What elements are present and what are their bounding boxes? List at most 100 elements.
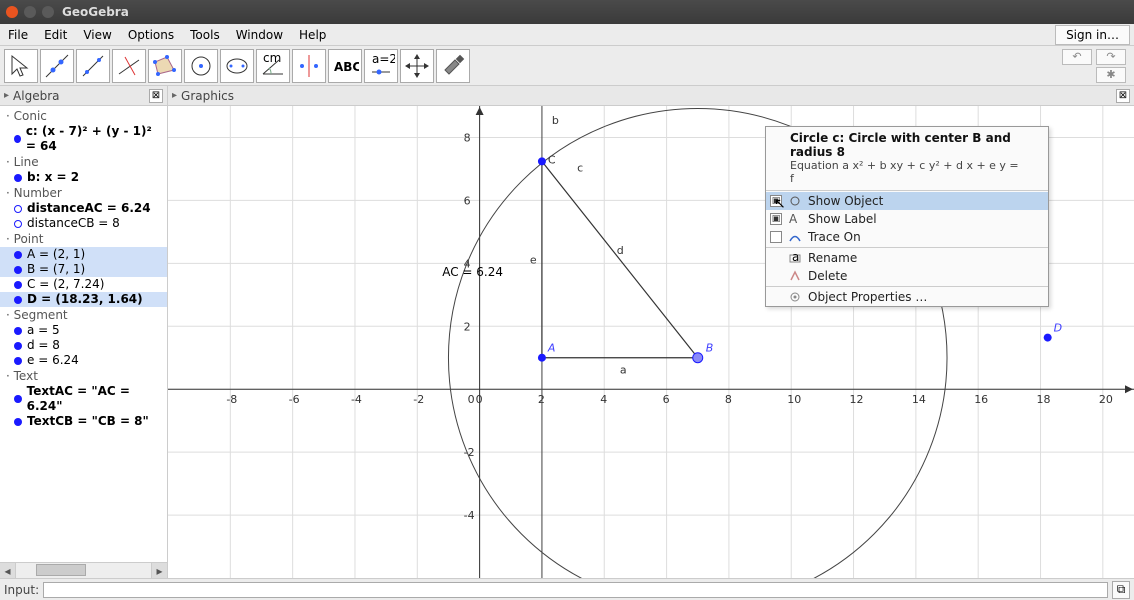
menu-options[interactable]: Options [120, 28, 182, 42]
ctx-rename[interactable]: a Rename [766, 249, 1048, 267]
visibility-bullet-icon[interactable] [14, 135, 21, 143]
ctx-delete[interactable]: Delete [766, 267, 1048, 285]
tool-text[interactable]: ABC [328, 49, 362, 83]
window-title: GeoGebra [62, 5, 129, 19]
algebra-item-label: B = (7, 1) [27, 262, 85, 277]
tool-options[interactable] [436, 49, 470, 83]
graphics-close-button[interactable]: ⊠ [1116, 89, 1130, 103]
window-titlebar: GeoGebra [0, 0, 1134, 24]
svg-text:A: A [547, 342, 556, 355]
visibility-bullet-icon[interactable] [14, 357, 22, 365]
menu-view[interactable]: View [75, 28, 119, 42]
algebra-category[interactable]: · Conic [0, 108, 167, 124]
algebra-item[interactable]: c: (x - 7)² + (y - 1)² = 64 [0, 124, 167, 154]
tool-circle[interactable] [184, 49, 218, 83]
signin-button[interactable]: Sign in… [1055, 25, 1130, 45]
tool-ellipse[interactable] [220, 49, 254, 83]
algebra-item[interactable]: B = (7, 1) [0, 262, 167, 277]
svg-text:-6: -6 [289, 393, 300, 406]
visibility-bullet-icon[interactable] [14, 205, 22, 213]
algebra-item[interactable]: e = 6.24 [0, 353, 167, 368]
visibility-bullet-icon[interactable] [14, 251, 22, 259]
algebra-item[interactable]: distanceCB = 8 [0, 216, 167, 231]
visibility-bullet-icon[interactable] [14, 266, 22, 274]
algebra-category[interactable]: · Number [0, 185, 167, 201]
svg-text:12: 12 [850, 393, 864, 406]
graphics-view[interactable]: -8-6-4-202468101214161820-4-224680ABCDab… [168, 106, 1134, 578]
svg-text:ABC: ABC [334, 60, 359, 74]
algebra-item[interactable]: A = (2, 1) [0, 247, 167, 262]
algebra-item[interactable]: b: x = 2 [0, 170, 167, 185]
visibility-bullet-icon[interactable] [14, 327, 22, 335]
settings-gear-button[interactable]: ✱ [1096, 67, 1126, 83]
algebra-item[interactable]: d = 8 [0, 338, 167, 353]
input-label: Input: [4, 583, 39, 597]
algebra-item[interactable]: a = 5 [0, 323, 167, 338]
svg-text:C: C [548, 153, 556, 166]
visibility-bullet-icon[interactable] [14, 174, 22, 182]
ctx-trace-on[interactable]: Trace On [766, 228, 1048, 246]
svg-text:6: 6 [464, 194, 471, 207]
checkbox-empty-icon [770, 231, 782, 243]
algebra-item[interactable]: C = (2, 7.24) [0, 277, 167, 292]
algebra-category[interactable]: · Point [0, 231, 167, 247]
undo-button[interactable]: ↶ [1062, 49, 1092, 65]
tool-polygon[interactable] [148, 49, 182, 83]
algebra-category[interactable]: · Line [0, 154, 167, 170]
tool-angle[interactable]: cm [256, 49, 290, 83]
collapse-icon[interactable]: ▸ [4, 90, 9, 101]
algebra-item-label: a = 5 [27, 323, 60, 338]
checkbox-checked-icon: ▣ [770, 195, 782, 207]
tool-reflect[interactable] [292, 49, 326, 83]
menu-edit[interactable]: Edit [36, 28, 75, 42]
algebra-item[interactable]: distanceAC = 6.24 [0, 201, 167, 216]
tool-move-view[interactable] [400, 49, 434, 83]
tool-perpendicular[interactable] [112, 49, 146, 83]
algebra-scrollbar[interactable]: ◂ ▸ [0, 562, 167, 578]
ctx-show-label[interactable]: ▣ A Show Label [766, 210, 1048, 228]
redo-button[interactable]: ↷ [1096, 49, 1126, 65]
svg-text:18: 18 [1037, 393, 1051, 406]
gear-icon [788, 290, 802, 304]
algebra-tree[interactable]: · Conicc: (x - 7)² + (y - 1)² = 64· Line… [0, 106, 167, 562]
algebra-category[interactable]: · Text [0, 368, 167, 384]
tool-slider[interactable]: a=2 [364, 49, 398, 83]
tool-line[interactable] [76, 49, 110, 83]
algebra-close-button[interactable]: ⊠ [149, 89, 163, 103]
algebra-category[interactable]: · Segment [0, 307, 167, 323]
trace-icon [788, 230, 802, 244]
window-minimize-button[interactable] [24, 6, 36, 18]
ctx-show-object[interactable]: ▣ Show Object ↖ [766, 192, 1048, 210]
menu-tools[interactable]: Tools [182, 28, 228, 42]
window-close-button[interactable] [6, 6, 18, 18]
ctx-subtitle: Equation a x² + b xy + c y² + d x + e y … [766, 159, 1048, 189]
window-maximize-button[interactable] [42, 6, 54, 18]
tool-move[interactable] [4, 49, 38, 83]
visibility-bullet-icon[interactable] [14, 220, 22, 228]
svg-text:c: c [577, 161, 583, 174]
algebra-item-label: distanceAC = 6.24 [27, 201, 151, 216]
tool-point[interactable] [40, 49, 74, 83]
svg-text:d: d [617, 244, 624, 257]
menu-window[interactable]: Window [228, 28, 291, 42]
visibility-bullet-icon[interactable] [14, 342, 22, 350]
graphics-panel-header: ▸ Graphics ⊠ [168, 86, 1134, 106]
algebra-item[interactable]: D = (18.23, 1.64) [0, 292, 167, 307]
svg-text:20: 20 [1099, 393, 1113, 406]
algebra-item[interactable]: TextAC = "AC = 6.24" [0, 384, 167, 414]
svg-text:0: 0 [476, 393, 483, 406]
svg-text:8: 8 [725, 393, 732, 406]
visibility-bullet-icon[interactable] [14, 296, 22, 304]
ctx-object-properties[interactable]: Object Properties … [766, 288, 1048, 306]
collapse-icon[interactable]: ▸ [172, 90, 177, 101]
input-help-button[interactable]: ⧉ [1112, 581, 1130, 599]
visibility-bullet-icon[interactable] [14, 395, 22, 403]
input-field[interactable] [43, 582, 1108, 598]
algebra-item[interactable]: TextCB = "CB = 8" [0, 414, 167, 429]
visibility-bullet-icon[interactable] [14, 418, 22, 426]
svg-text:b: b [552, 114, 559, 127]
visibility-bullet-icon[interactable] [14, 281, 22, 289]
menu-help[interactable]: Help [291, 28, 334, 42]
algebra-item-label: C = (2, 7.24) [27, 277, 104, 292]
menu-file[interactable]: File [0, 28, 36, 42]
